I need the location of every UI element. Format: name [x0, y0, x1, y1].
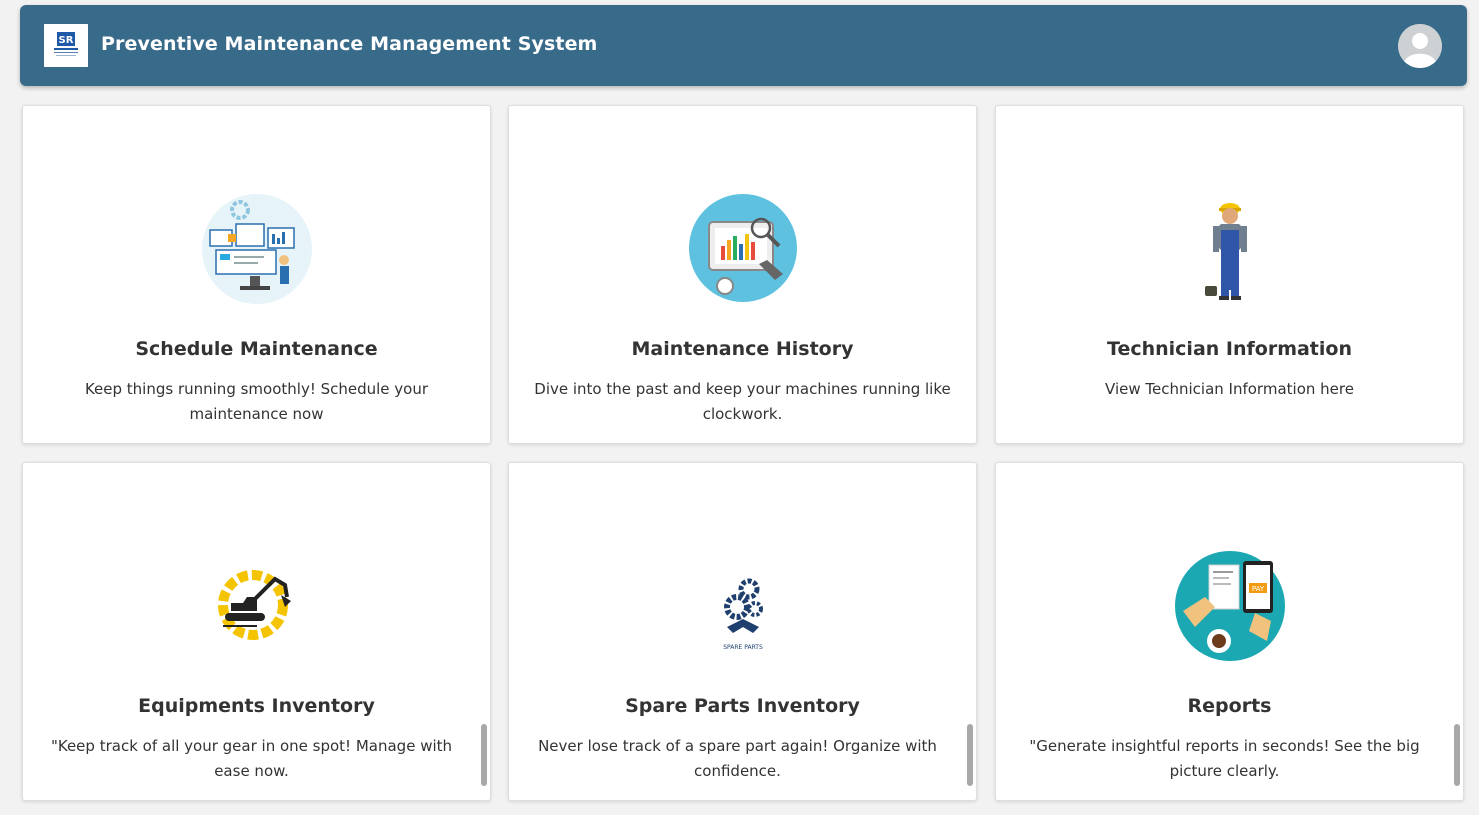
card-scrollbar[interactable]	[967, 724, 973, 786]
card-schedule-maintenance[interactable]: Schedule Maintenance Keep things running…	[22, 105, 491, 444]
spare-parts-caption: SPARE PARTS	[723, 644, 763, 651]
schedule-maintenance-icon	[201, 194, 312, 304]
svg-text:SR: SR	[59, 35, 74, 46]
user-avatar-icon[interactable]	[1398, 24, 1442, 68]
card-description: "Keep track of all your gear in one spot…	[50, 737, 453, 780]
card-description: Never lose track of a spare part again! …	[538, 737, 937, 780]
company-logo-icon[interactable]: SR	[44, 24, 88, 67]
card-title: Technician Information	[1107, 338, 1352, 360]
excavator-gear-icon	[217, 567, 297, 643]
card-reports[interactable]: PAY Reports "Generate insightful reports…	[995, 462, 1464, 801]
card-title: Reports	[1187, 695, 1272, 717]
card-scrollbar[interactable]	[1454, 724, 1460, 786]
card-description: "Generate insightful reports in seconds!…	[1029, 737, 1420, 780]
reports-icon: PAY	[1174, 551, 1285, 661]
card-description: Keep things running smoothly! Schedule y…	[84, 380, 429, 423]
card-description: Dive into the past and keep your machine…	[534, 380, 951, 423]
maintenance-history-icon	[688, 194, 797, 302]
card-title: Schedule Maintenance	[135, 338, 378, 360]
pay-badge: PAY	[1251, 585, 1264, 593]
card-scrollbar[interactable]	[481, 724, 487, 786]
card-title: Spare Parts Inventory	[625, 695, 860, 717]
spare-parts-icon: SPARE PARTS	[713, 575, 773, 653]
card-maintenance-history[interactable]: Maintenance History Dive into the past a…	[508, 105, 977, 444]
card-technician-information[interactable]: Technician Information View Technician I…	[995, 105, 1464, 444]
app-header: SR Preventive Maintenance Management Sys…	[20, 5, 1467, 86]
card-equipments-inventory[interactable]: Equipments Inventory "Keep track of all …	[22, 462, 491, 801]
app-title: Preventive Maintenance Management System	[101, 33, 598, 55]
card-spare-parts-inventory[interactable]: SPARE PARTS Spare Parts Inventory Never …	[508, 462, 977, 801]
card-description: View Technician Information here	[1105, 380, 1354, 398]
technician-icon	[1195, 200, 1265, 304]
card-title: Maintenance History	[631, 338, 854, 360]
card-title: Equipments Inventory	[138, 695, 375, 717]
